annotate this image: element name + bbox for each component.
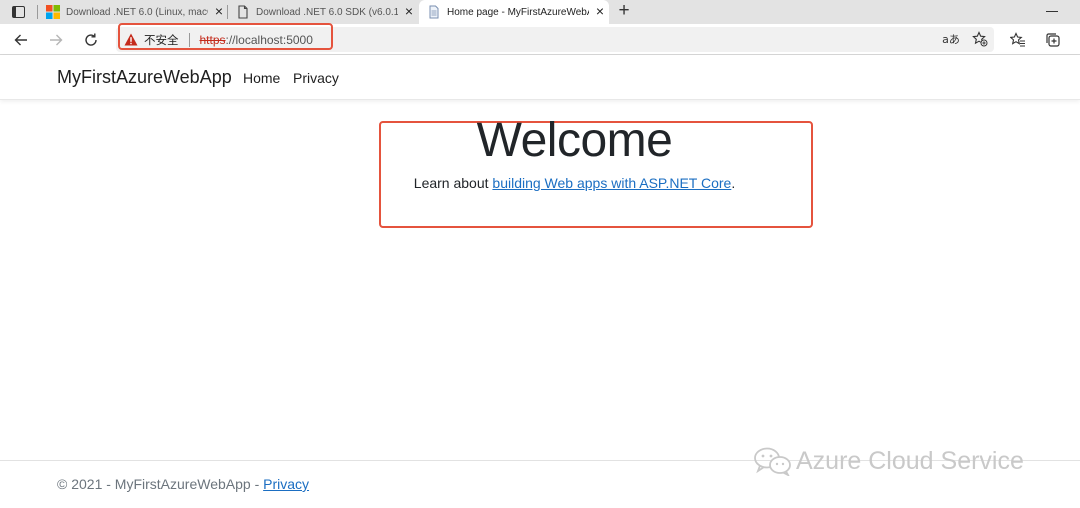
tab-title: Home page - MyFirstAzureWebA [447,6,589,18]
footer-text: © 2021 - MyFirstAzureWebApp - [57,476,264,492]
learn-paragraph: Learn about building Web apps with ASP.N… [0,175,1080,191]
tab-title: Download .NET 6.0 SDK (v6.0.10 [256,6,398,18]
watermark-text: Azure Cloud Service [796,446,1024,475]
tab-actions-button[interactable] [4,2,32,22]
welcome-heading: Welcome [476,114,673,167]
back-button[interactable] [10,29,32,51]
add-favorite-icon [972,31,988,47]
tab-close-icon[interactable]: × [593,4,607,19]
page-icon [429,5,439,19]
footer-privacy-link[interactable]: Privacy [263,476,309,492]
tab-dotnet-download[interactable]: Download .NET 6.0 (Linux, macO × [38,0,226,24]
microsoft-logo-icon [46,5,60,19]
refresh-button[interactable] [80,29,102,51]
learn-suffix: . [731,175,736,191]
site-footer: © 2021 - MyFirstAzureWebApp - Privacy [57,476,309,492]
refresh-icon [85,33,97,46]
back-arrow-icon [14,34,27,46]
tab-dotnet-sdk[interactable]: Download .NET 6.0 SDK (v6.0.10 × [228,0,416,24]
tab-title: Download .NET 6.0 (Linux, macO [66,6,208,18]
site-brand[interactable]: MyFirstAzureWebApp [57,67,232,88]
forward-button[interactable] [45,29,67,51]
favorites-button[interactable] [1007,29,1029,51]
aspnet-docs-link[interactable]: building Web apps with ASP.NET Core [492,175,731,191]
learn-prefix: Learn about [413,175,493,191]
favorites-icon [1010,32,1025,47]
address-highlight-box [118,23,333,50]
tab-close-icon[interactable]: × [402,4,416,19]
site-navbar: MyFirstAzureWebApp Home Privacy [0,55,1080,100]
new-tab-button[interactable]: + [614,1,634,22]
add-favorite-button[interactable] [969,28,991,50]
watermark: Azure Cloud Service [752,446,1024,476]
collections-icon [1046,33,1060,47]
minimize-icon[interactable] [1046,11,1058,12]
collections-button[interactable] [1042,29,1064,51]
read-aloud-icon[interactable]: aあ [940,28,962,50]
tab-home-page[interactable]: Home page - MyFirstAzureWebA × [419,0,609,24]
document-icon [238,5,248,19]
nav-privacy-link[interactable]: Privacy [293,70,339,86]
forward-arrow-icon [50,34,63,46]
browser-tab-strip: Download .NET 6.0 (Linux, macO × Downloa… [0,0,1080,24]
tab-actions-icon [11,6,25,18]
tab-close-icon[interactable]: × [212,4,226,19]
nav-home-link[interactable]: Home [243,70,280,86]
wechat-logo-icon [754,447,791,476]
